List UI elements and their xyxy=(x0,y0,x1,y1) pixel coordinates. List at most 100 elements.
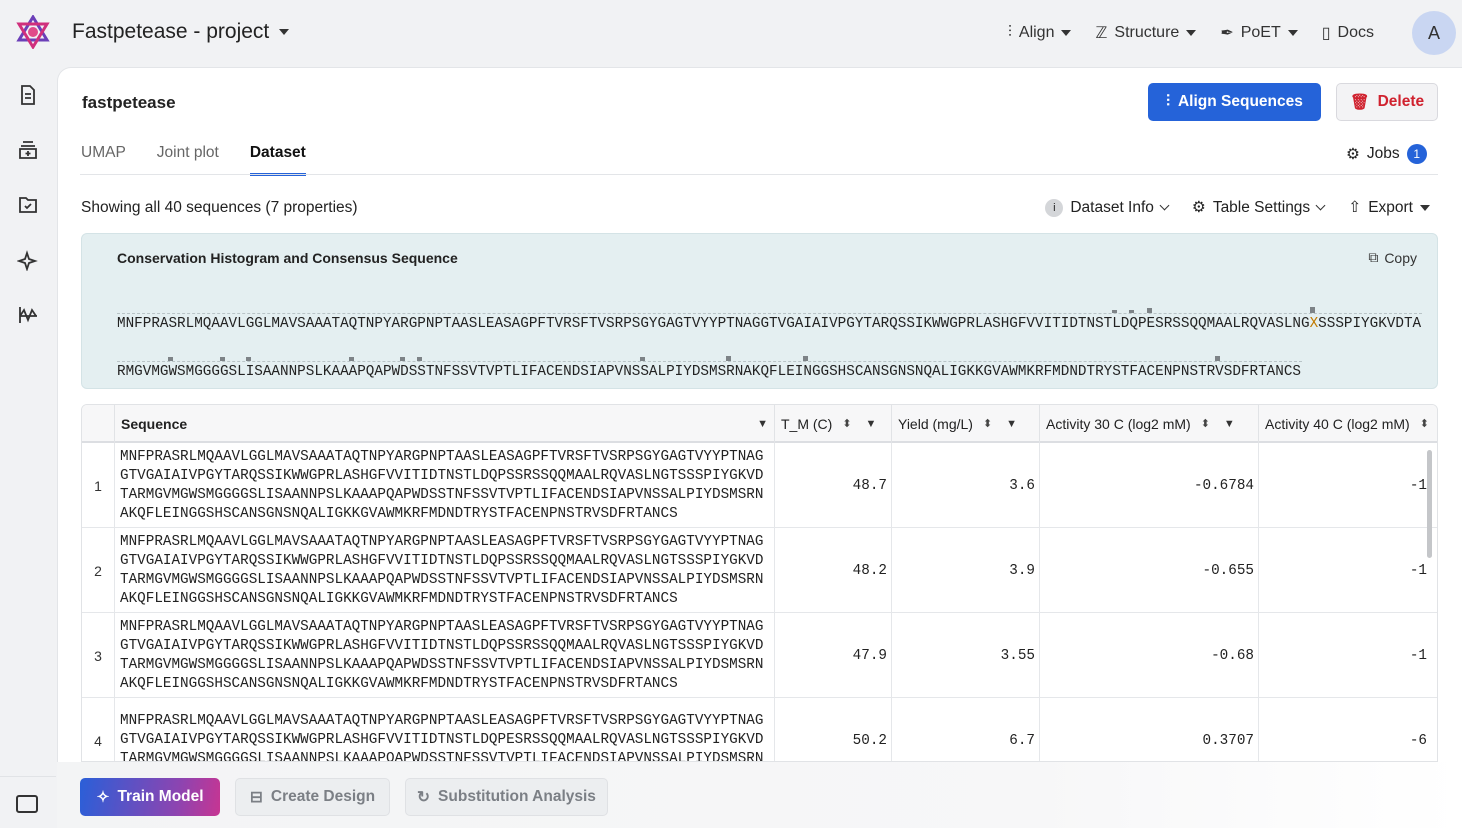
sort-icon[interactable]: ⬍ xyxy=(842,418,851,430)
nav-align[interactable]: ⫶ Align xyxy=(1008,24,1072,42)
sparkle-icon[interactable] xyxy=(17,249,39,271)
collapse-sidebar-icon[interactable] xyxy=(16,795,38,813)
document-icon[interactable] xyxy=(17,84,39,106)
filter-icon[interactable]: ▼ xyxy=(1006,418,1017,430)
activity-40-cell[interactable]: -1 xyxy=(1259,443,1431,528)
column-header-yield[interactable]: Yield (mg/L) ⬍ ▼ xyxy=(892,405,1040,443)
table-row[interactable]: 1 MNFPRASRLMQAAVLGGLMAVSAAATAQTNPYARGPNP… xyxy=(82,443,1437,528)
row-index: 4 xyxy=(82,698,115,761)
sort-icon[interactable]: ⬍ xyxy=(1420,418,1429,430)
sequence-cell[interactable]: MNFPRASRLMQAAVLGGLMAVSAAATAQTNPYARGPNPTA… xyxy=(115,528,775,613)
chevron-down-icon xyxy=(1315,200,1326,211)
upload-icon: ⇧ xyxy=(1348,199,1362,216)
design-icon[interactable] xyxy=(17,139,39,161)
activity-30-cell[interactable]: -0.655 xyxy=(1040,528,1259,613)
info-icon: i xyxy=(1045,198,1064,217)
sequence-cell[interactable]: MNFPRASRLMQAAVLGGLMAVSAAATAQTNPYARGPNPTA… xyxy=(115,698,775,761)
app-logo-icon[interactable] xyxy=(16,15,50,49)
consensus-line-1: MNFPRASRLMQAAVLGGLMAVSAAATAQTNPYARGPNPTA… xyxy=(117,316,1421,332)
table-row[interactable]: 3 MNFPRASRLMQAAVLGGLMAVSAAATAQTNPYARGPNP… xyxy=(82,613,1437,698)
histogram-bar xyxy=(640,357,646,361)
table-settings-label: Table Settings xyxy=(1212,198,1311,216)
tm-cell[interactable]: 48.2 xyxy=(775,528,892,613)
sequence-count-text: Showing all 40 sequences (7 properties) xyxy=(81,199,358,216)
sequence-cell[interactable]: MNFPRASRLMQAAVLGGLMAVSAAATAQTNPYARGPNPTA… xyxy=(115,613,775,698)
row-index: 1 xyxy=(82,443,115,528)
sequence-cell[interactable]: MNFPRASRLMQAAVLGGLMAVSAAATAQTNPYARGPNPTA… xyxy=(115,443,775,528)
yield-cell[interactable]: 3.9 xyxy=(892,528,1040,613)
filter-icon[interactable]: ▼ xyxy=(757,418,768,430)
caret-down-icon xyxy=(1061,30,1072,36)
tab-umap[interactable]: UMAP xyxy=(81,144,126,176)
sequence-line: MNFPRASRLMQAAVLGGLMAVSAAATAQTNPYARGPNPTA… xyxy=(120,618,764,635)
consensus-panel: Conservation Histogram and Consensus Seq… xyxy=(81,233,1438,389)
activity-40-cell[interactable]: -1 xyxy=(1259,528,1431,613)
sort-icon[interactable]: ⬍ xyxy=(983,418,992,430)
jobs-icon: ⚙ xyxy=(1346,145,1360,163)
project-selector[interactable]: Fastpetease - project xyxy=(72,20,290,44)
activity-30-cell[interactable]: -0.68 xyxy=(1040,613,1259,698)
copy-button[interactable]: ⧉ Copy xyxy=(1368,249,1417,266)
table-row[interactable]: 4 MNFPRASRLMQAAVLGGLMAVSAAATAQTNPYARGPNP… xyxy=(82,698,1437,761)
jobs-label: Jobs xyxy=(1366,145,1400,162)
create-design-button[interactable]: ⊟ Create Design xyxy=(235,778,390,816)
avatar[interactable]: A xyxy=(1412,11,1456,55)
substitution-analysis-label: Substitution Analysis xyxy=(438,788,596,805)
yield-cell[interactable]: 3.6 xyxy=(892,443,1040,528)
column-label: Activity 30 C (log2 mM) xyxy=(1046,416,1191,432)
table-scrollbar[interactable] xyxy=(1427,450,1432,558)
column-label: Yield (mg/L) xyxy=(898,416,973,432)
conservation-histogram-1 xyxy=(117,304,1422,314)
export-button[interactable]: ⇧ Export xyxy=(1348,198,1430,217)
caret-down-icon xyxy=(1420,204,1430,211)
tm-cell[interactable]: 47.9 xyxy=(775,613,892,698)
table-settings-button[interactable]: ⚙ Table Settings xyxy=(1192,198,1326,217)
sequence-line: TARMGVMGWSMGGGGSLISAANNPSLKAAAPQAPWDSSTN… xyxy=(120,571,764,588)
tab-joint-plot[interactable]: Joint plot xyxy=(157,144,219,176)
activity-30-cell[interactable]: 0.3707 xyxy=(1040,698,1259,761)
tm-cell[interactable]: 50.2 xyxy=(775,698,892,761)
nav-poet[interactable]: ✒ PoET xyxy=(1220,23,1298,43)
align-sequences-button[interactable]: ⫶ Align Sequences xyxy=(1148,83,1321,121)
histogram-bar xyxy=(219,357,225,361)
trash-icon: 🗑 xyxy=(1349,93,1370,111)
design-icon: ⊟ xyxy=(249,788,263,806)
consensus-title: Conservation Histogram and Consensus Seq… xyxy=(117,250,458,266)
activity-40-cell[interactable]: -6 xyxy=(1259,698,1431,761)
filter-icon[interactable]: ▼ xyxy=(1224,418,1235,430)
yield-cell[interactable]: 3.55 xyxy=(892,613,1040,698)
tm-cell[interactable]: 48.7 xyxy=(775,443,892,528)
chart-icon[interactable] xyxy=(17,304,39,326)
top-nav: ⫶ Align ℤ Structure ✒ PoET ▯ Docs A xyxy=(1008,0,1462,66)
book-icon: ▯ xyxy=(1321,25,1331,42)
column-header-tm[interactable]: T_M (C) ⬍ ▼ xyxy=(775,405,892,443)
nav-structure[interactable]: ℤ Structure xyxy=(1095,23,1197,43)
consensus-line-2: RMGVMGWSMGGGGSLISAANNPSLKAAAPQAPWDSSTNFS… xyxy=(117,364,1301,380)
substitution-analysis-button[interactable]: ↻ Substitution Analysis xyxy=(405,778,608,816)
histogram-bar xyxy=(1309,307,1315,313)
activity-30-cell[interactable]: -0.6784 xyxy=(1040,443,1259,528)
jobs-button[interactable]: ⚙ Jobs 1 xyxy=(1346,144,1427,164)
yield-cell[interactable]: 6.7 xyxy=(892,698,1040,761)
folder-check-icon[interactable] xyxy=(17,194,39,216)
row-index: 3 xyxy=(82,613,115,698)
column-header-sequence[interactable]: Sequence ▼ xyxy=(115,405,775,443)
sequence-line: MNFPRASRLMQAAVLGGLMAVSAAATAQTNPYARGPNPTA… xyxy=(120,448,764,465)
nav-docs[interactable]: ▯ Docs xyxy=(1322,23,1374,43)
filter-icon[interactable]: ▼ xyxy=(866,418,877,430)
tab-dataset[interactable]: Dataset xyxy=(249,144,306,176)
structure-icon: ℤ xyxy=(1095,25,1108,42)
delete-button[interactable]: 🗑 Delete xyxy=(1336,83,1438,121)
table-row[interactable]: 2 MNFPRASRLMQAAVLGGLMAVSAAATAQTNPYARGPNP… xyxy=(82,528,1437,613)
histogram-bar xyxy=(168,357,174,361)
caret-down-icon xyxy=(1287,30,1298,36)
sort-icon[interactable]: ⬍ xyxy=(1201,418,1210,430)
column-header-activity-40[interactable]: Activity 40 C (log2 mM) ⬍ xyxy=(1259,405,1437,443)
table-toolbar: i Dataset Info ⚙ Table Settings ⇧ Export xyxy=(1045,198,1430,217)
train-model-button[interactable]: ✧ Train Model xyxy=(80,778,220,816)
column-header-activity-30[interactable]: Activity 30 C (log2 mM) ⬍ ▼ xyxy=(1040,405,1259,443)
dataset-info-button[interactable]: i Dataset Info xyxy=(1045,198,1170,217)
row-index: 2 xyxy=(82,528,115,613)
sequence-line: GTVGAIAIVPGYTARQSSIKWWGPRLASHGFVVITIDTNS… xyxy=(120,732,764,748)
activity-40-cell[interactable]: -1 xyxy=(1259,613,1431,698)
